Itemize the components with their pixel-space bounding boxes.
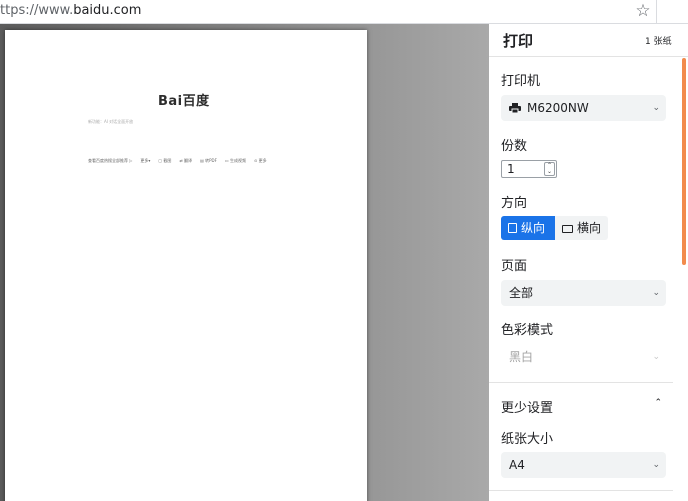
printer-icon [509, 103, 521, 113]
landscape-label: 横向 [577, 221, 602, 235]
paper-size-value: A4 [509, 458, 525, 472]
address-bar: ttps://www.baidu.com ☆ [0, 0, 688, 24]
copies-label: 份数 [501, 139, 528, 154]
baidu-logo: Bai百度 [158, 94, 210, 109]
pages-value: 全部 [509, 286, 534, 300]
preview-hot-item: ▭ 生成视频 [224, 158, 246, 163]
landscape-button[interactable]: 横向 [555, 216, 608, 240]
preview-tagline: 新功能：AI 对话全面开放 [88, 119, 134, 124]
panel-scrollbar[interactable] [682, 58, 686, 265]
url-field[interactable]: ttps://www.baidu.com [0, 3, 141, 18]
printer-label: 打印机 [501, 74, 541, 89]
preview-hot-row: 查看百度热搜全部推荐 ▷ 更多▾ ▢ 截图 ⇄ 翻译 ▤ 转PDF ▭ 生成视频… [88, 158, 267, 164]
printer-value: M6200NW [527, 101, 589, 115]
print-preview: Bai百度 新功能：AI 对话全面开放 查看百度热搜全部推荐 ▷ 更多▾ ▢ 截… [0, 24, 489, 501]
preview-hot-item: ▤ 转PDF [200, 158, 217, 163]
preview-hot-item: 更多▾ [140, 158, 151, 163]
preview-hot-item: ▢ 截图 [158, 158, 172, 163]
pages-label: 页面 [501, 259, 528, 274]
landscape-page-icon [562, 225, 573, 233]
star-icon[interactable]: ☆ [633, 1, 653, 21]
chevron-down-icon: ⌄ [652, 460, 660, 470]
orientation-label: 方向 [501, 196, 528, 211]
paper-size-label: 纸张大小 [501, 432, 554, 447]
url-scheme: ttps://www. [0, 3, 74, 18]
copies-value: 1 [507, 162, 515, 176]
printer-select[interactable]: M6200NW ⌄ [501, 95, 666, 121]
preview-hot-item: ⊙ 更多 [253, 158, 267, 163]
chevron-up-icon: ⌃ [654, 398, 662, 408]
sheet-count: 1 张纸 [645, 37, 672, 47]
portrait-page-icon [508, 223, 517, 233]
color-mode-value: 黑白 [509, 350, 534, 364]
pages-select[interactable]: 全部 ⌄ [501, 280, 666, 306]
preview-hot-item: ⇄ 翻译 [179, 158, 193, 163]
chevron-down-icon: ⌄ [652, 103, 660, 113]
panel-title: 打印 [503, 32, 534, 50]
color-mode-label: 色彩模式 [501, 323, 554, 338]
chevron-down-icon: ⌄ [652, 288, 660, 298]
more-settings-toggle[interactable]: 更少设置 ⌃ [501, 397, 666, 416]
more-settings-label: 更少设置 [501, 401, 554, 416]
divider [489, 490, 673, 491]
portrait-label: 纵向 [521, 221, 546, 235]
copies-stepper[interactable]: 1 ⌃ ⌄ [501, 160, 557, 178]
toolbar-divider [656, 0, 657, 24]
divider [489, 382, 673, 383]
color-mode-select[interactable]: 黑白 ⌄ [501, 344, 666, 370]
chevron-down-icon: ⌄ [652, 352, 660, 362]
paper-size-select[interactable]: A4 ⌄ [501, 452, 666, 478]
preview-hot-item: 查看百度热搜全部推荐 ▷ [88, 158, 133, 163]
url-host: baidu.com [73, 3, 142, 18]
portrait-button[interactable]: 纵向 [501, 216, 555, 240]
preview-page: Bai百度 新功能：AI 对话全面开放 查看百度热搜全部推荐 ▷ 更多▾ ▢ 截… [5, 30, 367, 501]
print-settings-panel: 打印 1 张纸 打印机 M6200NW ⌄ 份数 1 ⌃ ⌄ 方向 纵向 横向 页… [489, 24, 688, 501]
stepper-arrows-icon[interactable]: ⌃ ⌄ [544, 162, 555, 176]
panel-header: 打印 1 张纸 [489, 24, 688, 57]
